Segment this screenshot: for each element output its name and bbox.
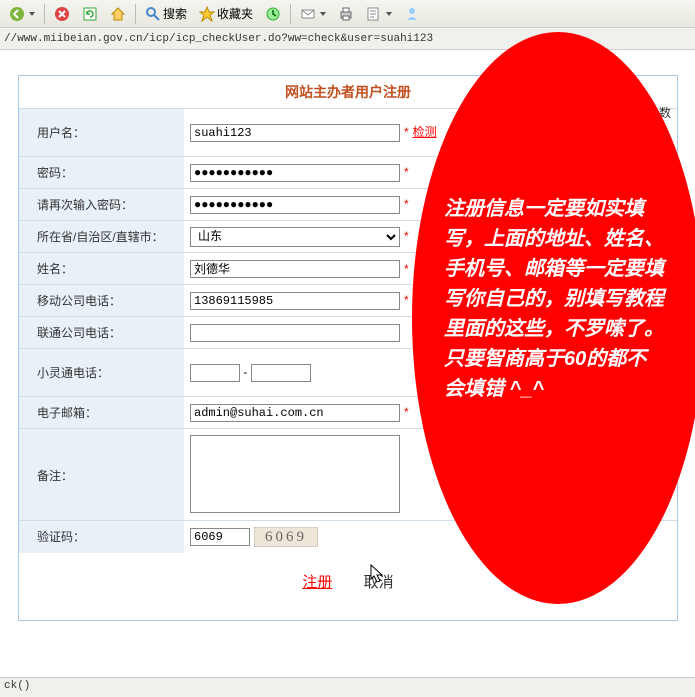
label-password2: 请再次输入密码： [19, 189, 184, 221]
dash: - [243, 365, 247, 379]
chevron-down-icon [320, 12, 326, 16]
mobile-input[interactable] [190, 292, 400, 310]
required-star: * [404, 125, 409, 139]
check-username-link[interactable]: 检测 [413, 125, 437, 139]
label-unicom: 联通公司电话： [19, 317, 184, 349]
label-remark: 备注： [19, 429, 184, 521]
print-icon [338, 6, 354, 22]
password-input[interactable] [190, 164, 400, 182]
label-province: 所在省/自治区/直辖市： [19, 221, 184, 253]
password2-input[interactable] [190, 196, 400, 214]
history-icon [265, 6, 281, 22]
label-mobile: 移动公司电话： [19, 285, 184, 317]
mail-button[interactable] [295, 3, 331, 25]
xlt-area-input[interactable] [190, 364, 240, 382]
label-password: 密码： [19, 157, 184, 189]
chevron-down-icon [386, 12, 392, 16]
chevron-down-icon [29, 12, 35, 16]
browser-toolbar: 搜索 收藏夹 [0, 0, 695, 28]
label-xlt: 小灵通电话： [19, 349, 184, 397]
back-button[interactable] [4, 3, 40, 25]
captcha-image[interactable]: 6069 [254, 527, 318, 547]
favorites-button[interactable]: 收藏夹 [194, 3, 258, 25]
fav-label: 收藏夹 [217, 5, 253, 22]
status-text: ck() [4, 680, 30, 692]
history-button[interactable] [260, 3, 286, 25]
unicom-input[interactable] [190, 324, 400, 342]
star-icon [199, 6, 215, 22]
label-captcha: 验证码： [19, 521, 184, 553]
required-star: * [404, 197, 409, 211]
messenger-button[interactable] [399, 3, 425, 25]
required-star: * [404, 405, 409, 419]
search-button[interactable]: 搜索 [140, 3, 192, 25]
annotation-text: 注册信息一定要如实填写，上面的地址、姓名、手机号、邮箱等一定要填写你自己的，别填… [444, 194, 664, 404]
username-input[interactable] [190, 124, 400, 142]
required-star: * [404, 229, 409, 243]
edit-icon [366, 6, 382, 22]
search-icon [145, 6, 161, 22]
mail-icon [300, 6, 316, 22]
captcha-input[interactable] [190, 528, 250, 546]
required-star: * [404, 165, 409, 179]
refresh-icon [82, 6, 98, 22]
required-star: * [404, 293, 409, 307]
label-email: 电子邮箱： [19, 397, 184, 429]
stop-icon [54, 6, 70, 22]
submit-button[interactable]: 注册 [302, 574, 332, 591]
realname-input[interactable] [190, 260, 400, 278]
xlt-number-input[interactable] [251, 364, 311, 382]
required-star: * [404, 262, 409, 276]
messenger-icon [404, 6, 420, 22]
status-bar: ck() [0, 677, 695, 697]
refresh-button[interactable] [77, 3, 103, 25]
province-select[interactable]: 山东 [190, 227, 400, 247]
print-button[interactable] [333, 3, 359, 25]
home-button[interactable] [105, 3, 131, 25]
label-username: 用户名： [19, 109, 184, 157]
home-icon [110, 6, 126, 22]
remark-textarea[interactable] [190, 435, 400, 513]
label-realname: 姓名： [19, 253, 184, 285]
email-input[interactable] [190, 404, 400, 422]
cancel-button[interactable]: 取消 [364, 574, 394, 591]
stop-button[interactable] [49, 3, 75, 25]
annotation-overlay: 注册信息一定要如实填写，上面的地址、姓名、手机号、邮箱等一定要填写你自己的，别填… [412, 32, 695, 604]
edit-button[interactable] [361, 3, 397, 25]
back-icon [9, 6, 25, 22]
search-label: 搜索 [163, 5, 187, 22]
url-text: //www.miibeian.gov.cn/icp/icp_checkUser.… [4, 33, 433, 45]
